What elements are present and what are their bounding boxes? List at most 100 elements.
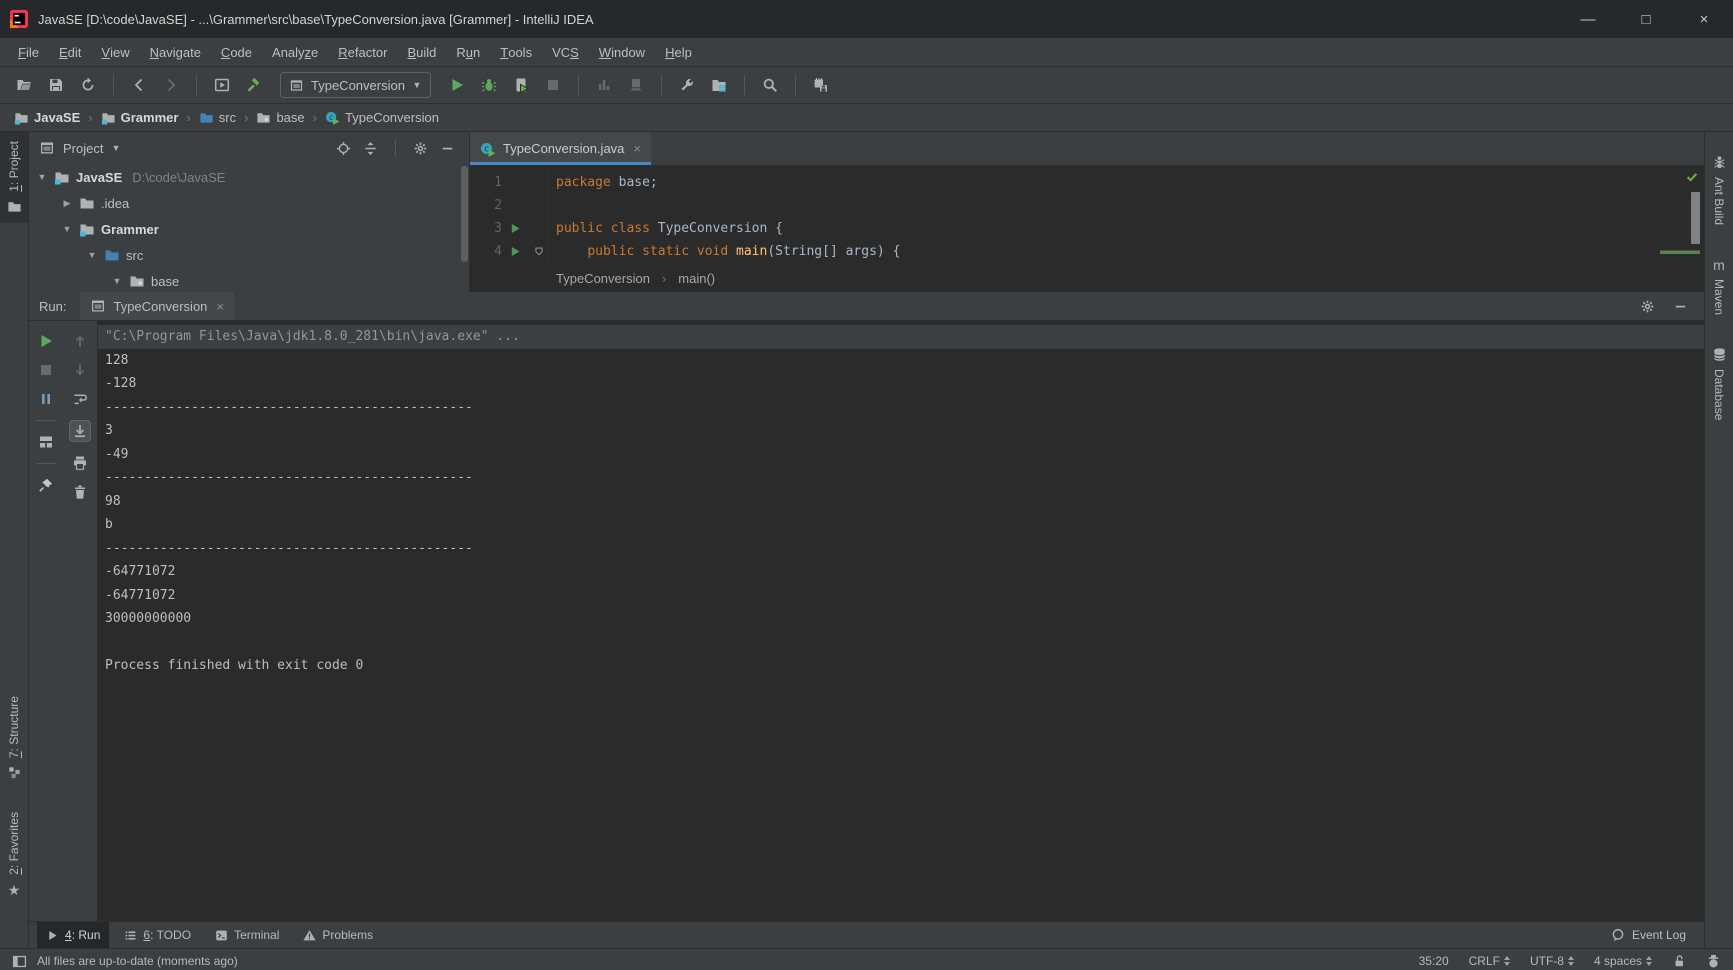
minimize-button[interactable]: — xyxy=(1559,0,1617,38)
scroll-end-button[interactable] xyxy=(69,420,91,442)
toolwindow-tab-6-todo[interactable]: 6: TODO xyxy=(115,922,200,948)
maximize-button[interactable]: □ xyxy=(1617,0,1675,38)
tree-item-base[interactable]: ▼ base xyxy=(29,268,469,292)
menu-edit[interactable]: Edit xyxy=(49,38,91,66)
stop-icon[interactable] xyxy=(38,362,54,378)
menu-vcs[interactable]: VC S xyxy=(542,38,589,66)
menu-help[interactable]: Help xyxy=(655,38,702,66)
unlock-icon[interactable] xyxy=(1672,954,1686,968)
tool-stripe-1-project[interactable]: 1: Project xyxy=(0,132,28,223)
tool-stripe-2-favorites[interactable]: 2: Favorites ★ xyxy=(0,803,28,906)
tool-stripe-database[interactable]: Database xyxy=(1705,338,1733,429)
run-window-button[interactable] xyxy=(210,73,234,97)
editor-crumb-1[interactable]: main() xyxy=(678,271,715,286)
tree-item-src[interactable]: ▼ src xyxy=(29,242,469,268)
settings-wrench-button[interactable] xyxy=(675,73,699,97)
down-stack-icon[interactable] xyxy=(72,362,88,378)
line-ending-widget[interactable]: CRLF xyxy=(1469,954,1510,968)
breadcrumb-src[interactable]: src xyxy=(197,110,238,125)
hector-inspector-icon[interactable] xyxy=(1706,954,1721,969)
toolwindow-tab-4-run[interactable]: 4: Run xyxy=(37,922,110,948)
tool-stripe-maven[interactable]: m Maven xyxy=(1705,248,1733,324)
locate-icon[interactable] xyxy=(336,141,351,156)
fold-marker-icon[interactable] xyxy=(532,245,546,259)
inspections-check-icon[interactable] xyxy=(1685,170,1699,184)
run-toolbar-primary xyxy=(29,321,63,921)
clear-icon[interactable] xyxy=(72,484,88,500)
close-icon[interactable]: × xyxy=(214,299,224,314)
run-gutter-icon[interactable] xyxy=(509,245,522,258)
open-folder-button[interactable] xyxy=(12,73,36,97)
coverage-button[interactable] xyxy=(509,73,533,97)
up-stack-icon[interactable] xyxy=(72,333,88,349)
tree-item-javase[interactable]: ▼ JavaSE D:\code\JavaSE xyxy=(29,164,469,190)
soft-wrap-icon[interactable] xyxy=(72,391,88,407)
encoding-widget[interactable]: UTF-8 xyxy=(1530,954,1574,968)
run-tab-typeconversion[interactable]: TypeConversion × xyxy=(80,292,235,320)
toolwindow-icon[interactable] xyxy=(12,954,27,969)
save-all-button[interactable] xyxy=(44,73,68,97)
chevron-expanded-icon[interactable]: ▼ xyxy=(61,224,73,234)
run-configuration-select[interactable]: TypeConversion ▼ xyxy=(280,72,431,98)
close-icon[interactable]: × xyxy=(631,141,641,156)
event-log-button[interactable]: Event Log xyxy=(1611,928,1686,942)
editor-tab-typeconversion[interactable]: c TypeConversion.java × xyxy=(470,132,651,165)
tool-stripe-7-structure[interactable]: 7: Structure xyxy=(0,687,28,789)
run-console[interactable]: "C:\Program Files\Java\jdk1.8.0_281\bin\… xyxy=(98,321,1704,921)
menu-refactor[interactable]: Refactor xyxy=(328,38,397,66)
tool-stripe-ant-build[interactable]: Ant Build xyxy=(1705,146,1733,234)
menu-tools[interactable]: Tools xyxy=(490,38,542,66)
menu-run[interactable]: Run xyxy=(446,38,490,66)
search-everywhere-button[interactable] xyxy=(758,73,782,97)
editor-crumb-0[interactable]: TypeConversion xyxy=(556,271,650,286)
menu-window[interactable]: Window xyxy=(589,38,655,66)
chevron-expanded-icon[interactable]: ▼ xyxy=(36,172,48,182)
chevron-collapsed-icon[interactable]: ▶ xyxy=(61,198,73,209)
chevron-expanded-icon[interactable]: ▼ xyxy=(86,250,98,260)
rerun-icon[interactable] xyxy=(38,333,54,349)
settings-gear-icon[interactable] xyxy=(1640,299,1655,314)
maven-icon: m xyxy=(1713,256,1725,273)
run-button[interactable] xyxy=(445,73,469,97)
close-button[interactable]: × xyxy=(1675,0,1733,38)
menu-view[interactable]: View xyxy=(91,38,139,66)
breadcrumb-typeconversion[interactable]: c TypeConversion xyxy=(323,110,441,125)
breadcrumb-javase[interactable]: JavaSE xyxy=(12,110,82,125)
build-hammer-button[interactable] xyxy=(242,73,266,97)
back-button[interactable] xyxy=(127,73,151,97)
menu-navigate[interactable]: Navigate xyxy=(140,38,211,66)
project-structure-button[interactable] xyxy=(707,73,731,97)
hide-icon[interactable] xyxy=(1673,299,1688,314)
chevron-down-icon[interactable]: ▼ xyxy=(111,143,120,153)
breadcrumb-base[interactable]: base xyxy=(254,110,306,125)
toolwindow-tab-terminal[interactable]: Terminal xyxy=(206,922,288,948)
hide-icon[interactable] xyxy=(440,141,455,156)
run-gutter-icon[interactable] xyxy=(509,222,522,235)
pause-icon[interactable] xyxy=(38,391,54,407)
export-button[interactable] xyxy=(809,73,833,97)
tree-item--idea[interactable]: ▶ .idea xyxy=(29,190,469,216)
editor-scrollbar[interactable] xyxy=(1691,192,1700,244)
menu-file[interactable]: File xyxy=(8,38,49,66)
tree-item-grammer[interactable]: ▼ Grammer xyxy=(29,216,469,242)
caret-position-widget[interactable]: 35:20 xyxy=(1419,954,1449,968)
toolwindow-tab-problems[interactable]: Problems xyxy=(294,922,382,948)
collapse-all-icon[interactable] xyxy=(363,141,378,156)
menu-build[interactable]: Build xyxy=(397,38,446,66)
code-area[interactable]: 1 package base; 2 3 public class TypeConvers… xyxy=(470,166,1704,264)
menu-analyze[interactable]: Analy z e xyxy=(262,38,328,66)
pin-icon[interactable] xyxy=(38,477,54,493)
project-scrollbar[interactable] xyxy=(461,166,468,262)
menu-code[interactable]: Code xyxy=(211,38,262,66)
chevron-expanded-icon[interactable]: ▼ xyxy=(111,276,123,286)
project-panel-title[interactable]: Project xyxy=(63,141,103,156)
breadcrumb-separator: › xyxy=(661,270,667,286)
breadcrumb-label: Grammer xyxy=(120,110,179,125)
layout-icon[interactable] xyxy=(38,434,54,450)
debug-button[interactable] xyxy=(477,73,501,97)
sync-button[interactable] xyxy=(76,73,100,97)
print-icon[interactable] xyxy=(72,455,88,471)
breadcrumb-grammer[interactable]: Grammer xyxy=(99,110,181,125)
settings-gear-icon[interactable] xyxy=(413,141,428,156)
indent-widget[interactable]: 4 spaces xyxy=(1594,954,1652,968)
